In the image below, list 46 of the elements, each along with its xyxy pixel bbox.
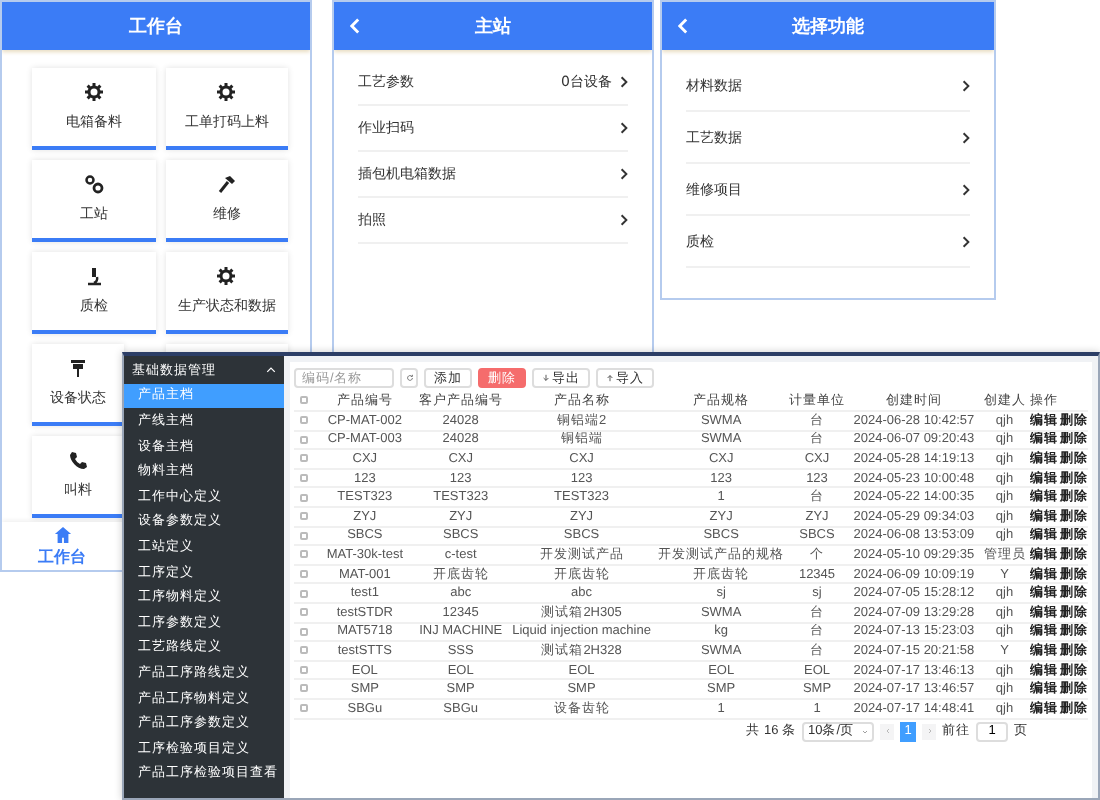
checkbox[interactable]: [300, 550, 309, 559]
checkbox[interactable]: [300, 569, 309, 578]
checkbox[interactable]: [300, 608, 309, 617]
checkbox[interactable]: [300, 396, 309, 405]
checkbox[interactable]: [300, 512, 309, 521]
checkbox[interactable]: [300, 416, 309, 425]
back-icon[interactable]: [350, 18, 360, 34]
checkbox[interactable]: [300, 684, 309, 693]
next-page-button[interactable]: [922, 723, 936, 740]
home-icon: [53, 525, 71, 543]
checkbox[interactable]: [300, 473, 309, 482]
checkbox[interactable]: [300, 665, 309, 674]
checkbox[interactable]: [300, 493, 309, 502]
screen-title: 主站: [475, 14, 511, 39]
chevron-right-icon: [620, 122, 628, 134]
chevron-right-icon: [962, 183, 970, 195]
arrow-icon: [606, 374, 614, 382]
plug-icon: [68, 358, 88, 378]
refresh-icon: [405, 374, 413, 382]
gear-icon: [216, 82, 237, 102]
checkbox[interactable]: [300, 435, 309, 444]
hammer-icon: [216, 174, 237, 194]
arrow-icon: [542, 374, 550, 382]
chevron-right-icon: [620, 76, 628, 88]
screen-title: 选择功能: [792, 14, 864, 39]
gear-icon: [83, 82, 104, 102]
checkbox[interactable]: [300, 704, 309, 713]
chevron-right-icon: [620, 168, 628, 180]
prev-page-button[interactable]: [880, 723, 894, 740]
checkbox[interactable]: [300, 454, 309, 463]
chevron-right-icon: [962, 131, 970, 143]
nav-tab[interactable]: 工作台: [2, 522, 122, 570]
chevron-right-icon: [620, 214, 628, 226]
checkbox[interactable]: [300, 531, 309, 540]
gear-icon: [216, 266, 237, 286]
back-icon[interactable]: [678, 18, 688, 34]
checkbox[interactable]: [300, 627, 309, 636]
refresh-button[interactable]: [400, 368, 418, 388]
checkbox[interactable]: [300, 646, 309, 655]
screen-title: 工作台: [129, 14, 183, 39]
phone-icon: [68, 450, 88, 470]
chevron-right-icon: [962, 235, 970, 247]
microscope-icon: [83, 266, 104, 286]
chevron-right-icon: [962, 79, 970, 91]
checkbox[interactable]: [300, 589, 309, 598]
gears-icon: [83, 174, 104, 194]
